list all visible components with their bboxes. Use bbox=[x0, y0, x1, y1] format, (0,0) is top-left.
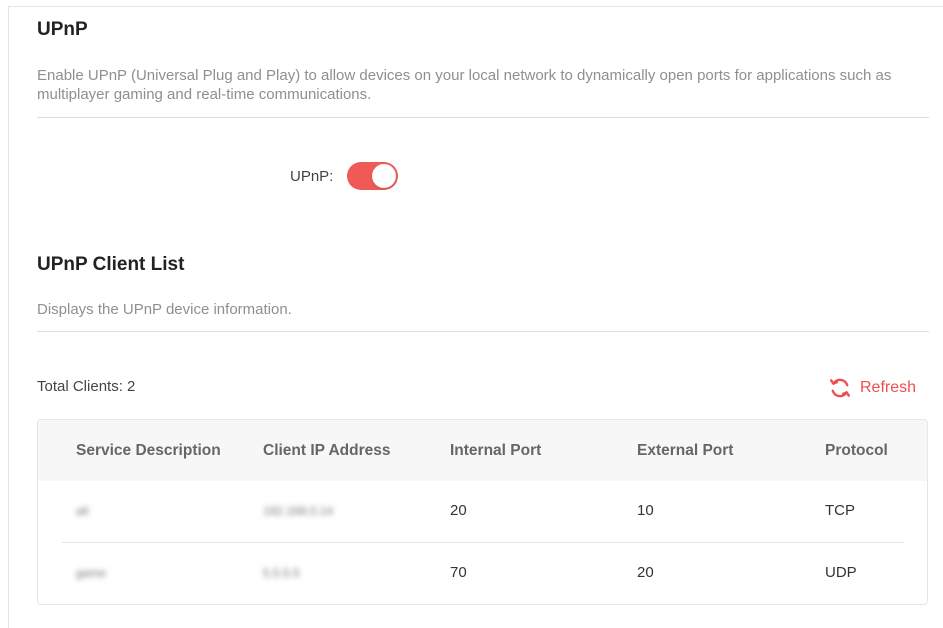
internal-port-cell: 20 bbox=[450, 502, 467, 519]
service-description-cell: game bbox=[76, 566, 107, 580]
table-header: Service Description Client IP Address In… bbox=[38, 420, 927, 481]
upnp-client-table: Service Description Client IP Address In… bbox=[37, 419, 928, 605]
refresh-icon bbox=[828, 376, 852, 400]
protocol-cell: TCP bbox=[825, 502, 855, 519]
client-list-title: UPnP Client List bbox=[37, 254, 185, 275]
toggle-knob bbox=[372, 164, 397, 188]
total-clients-count: Total Clients: 2 bbox=[37, 378, 136, 395]
column-header-client-ip-address: Client IP Address bbox=[263, 442, 391, 459]
protocol-cell: UDP bbox=[825, 564, 857, 581]
divider bbox=[37, 331, 929, 332]
upnp-description: Enable UPnP (Universal Plug and Play) to… bbox=[37, 67, 892, 103]
column-header-external-port: External Port bbox=[637, 442, 734, 459]
upnp-section-title: UPnP bbox=[37, 19, 88, 40]
client-ip-cell: 5.5.5.5 bbox=[263, 566, 300, 580]
divider bbox=[37, 117, 929, 118]
service-description-cell: alt bbox=[76, 504, 89, 518]
upnp-toggle-label: UPnP: bbox=[290, 167, 334, 185]
external-port-cell: 20 bbox=[637, 564, 654, 581]
column-header-service-description: Service Description bbox=[76, 442, 221, 459]
external-port-cell: 10 bbox=[637, 502, 654, 519]
column-header-internal-port: Internal Port bbox=[450, 442, 542, 459]
column-header-protocol: Protocol bbox=[825, 442, 888, 459]
client-ip-cell: 192.168.0.14 bbox=[263, 504, 334, 518]
upnp-toggle-row: UPnP: bbox=[290, 161, 399, 191]
client-list-description: Displays the UPnP device information. bbox=[37, 301, 292, 318]
table-row: alt 192.168.0.14 20 10 TCP bbox=[38, 481, 927, 542]
upnp-toggle-switch[interactable] bbox=[347, 162, 399, 190]
refresh-button[interactable]: Refresh bbox=[828, 376, 916, 400]
table-row: game 5.5.5.5 70 20 UDP bbox=[38, 543, 927, 604]
internal-port-cell: 70 bbox=[450, 564, 467, 581]
refresh-label: Refresh bbox=[860, 379, 917, 396]
